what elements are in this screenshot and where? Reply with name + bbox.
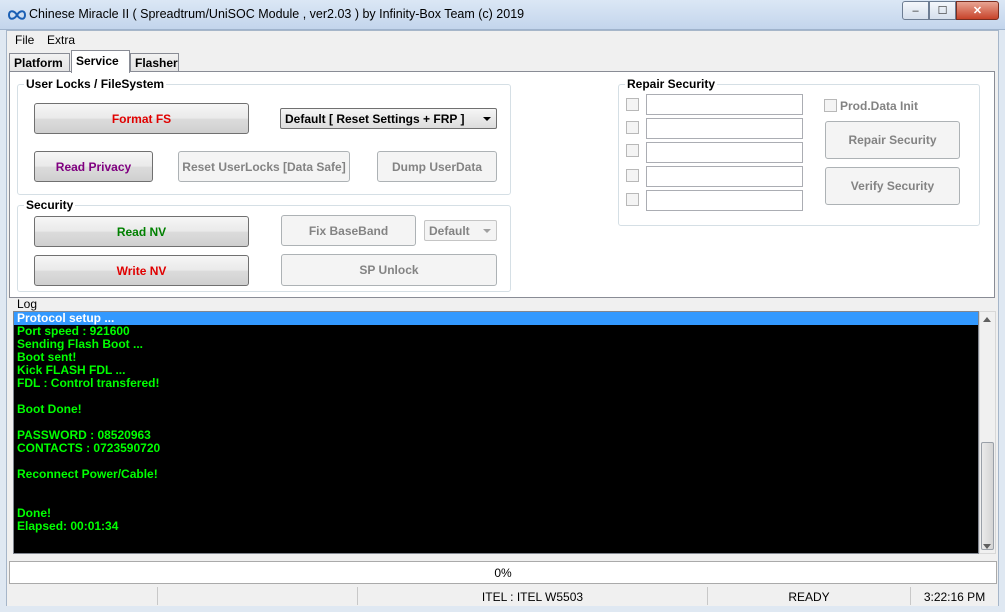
security-title: Security <box>24 198 76 212</box>
maximize-button[interactable]: ☐ <box>929 1 956 20</box>
service-tab-page: User Locks / FileSystem Format FS Defaul… <box>9 71 995 298</box>
baseband-mode-value: Default <box>429 224 470 238</box>
log-line: Boot Done! <box>17 402 82 416</box>
minimize-button[interactable]: – <box>902 1 929 20</box>
dropdown-arrow-icon <box>483 229 491 233</box>
field-2-checkbox[interactable] <box>626 121 639 134</box>
reset-userlocks-button[interactable]: Reset UserLocks [Data Safe] <box>178 151 350 182</box>
user-locks-group: User Locks / FileSystem Format FS Defaul… <box>17 77 511 195</box>
log-line: Done! <box>17 506 51 520</box>
write-nv-button[interactable]: Write NV <box>34 255 249 286</box>
status-state: READY <box>708 587 911 605</box>
log-scrollbar[interactable] <box>979 311 996 554</box>
status-cell-2 <box>158 587 358 605</box>
repair-security-title: Repair Security <box>625 77 718 91</box>
format-mode-value: Default [ Reset Settings + FRP ] <box>285 112 465 126</box>
field-5-checkbox[interactable] <box>626 193 639 206</box>
tab-service[interactable]: Service <box>71 50 130 73</box>
field-1-checkbox[interactable] <box>626 98 639 111</box>
close-button[interactable]: ✕ <box>956 1 999 20</box>
status-device: ITEL : ITEL W5503 <box>358 587 708 605</box>
log-line: FDL : Control transfered! <box>17 376 160 390</box>
repair-field-5[interactable] <box>646 190 803 211</box>
user-locks-title: User Locks / FileSystem <box>24 77 167 91</box>
log-line: Sending Flash Boot ... <box>17 337 143 351</box>
menu-extra[interactable]: Extra <box>47 33 75 47</box>
log-line: Port speed : 921600 <box>17 324 130 338</box>
repair-security-group: Repair Security Prod.Data Init Repair Se… <box>618 77 980 226</box>
progress-text: 0% <box>494 566 512 580</box>
format-fs-button[interactable]: Format FS <box>34 103 249 134</box>
prod-data-init-checkbox[interactable] <box>824 99 837 112</box>
dump-userdata-button[interactable]: Dump UserData <box>377 151 497 182</box>
baseband-mode-select[interactable]: Default <box>424 220 497 241</box>
repair-field-1[interactable] <box>646 94 803 115</box>
scroll-down-arrow-icon[interactable] <box>983 544 991 549</box>
log-line: Reconnect Power/Cable! <box>17 467 158 481</box>
log-output[interactable]: Protocol setup ... Port speed : 921600 Sen… <box>13 311 979 554</box>
menu-file[interactable]: File <box>15 33 34 47</box>
window-body: File Extra Platform Service Flasher User… <box>6 30 999 606</box>
format-mode-select[interactable]: Default [ Reset Settings + FRP ] <box>280 108 497 129</box>
verify-security-button[interactable]: Verify Security <box>825 167 960 205</box>
repair-field-3[interactable] <box>646 142 803 163</box>
log-line: Protocol setup ... <box>14 312 978 325</box>
tab-platform[interactable]: Platform <box>9 53 70 72</box>
dropdown-arrow-icon <box>483 117 491 121</box>
security-group: Security Read NV Fix BaseBand Default Wr… <box>17 198 511 292</box>
tab-flasher[interactable]: Flasher <box>130 53 179 72</box>
field-4-checkbox[interactable] <box>626 169 639 182</box>
log-line: Boot sent! <box>17 350 77 364</box>
status-time: 3:22:16 PM <box>923 590 986 604</box>
log-line: Elapsed: 00:01:34 <box>17 519 119 533</box>
log-line: CONTACTS : 0723590720 <box>17 441 161 455</box>
repair-field-2[interactable] <box>646 118 803 139</box>
infinity-logo-icon <box>8 10 26 20</box>
status-cell-1 <box>7 587 158 605</box>
scroll-up-arrow-icon[interactable] <box>983 317 991 322</box>
scrollbar-thumb[interactable] <box>981 442 994 550</box>
repair-field-4[interactable] <box>646 166 803 187</box>
read-nv-button[interactable]: Read NV <box>34 216 249 247</box>
title-bar[interactable]: Chinese Miracle II ( Spreadtrum/UniSOC M… <box>0 0 1005 30</box>
field-3-checkbox[interactable] <box>626 144 639 157</box>
menu-bar: File Extra <box>7 31 998 49</box>
read-privacy-button[interactable]: Read Privacy <box>34 151 153 182</box>
sp-unlock-button[interactable]: SP Unlock <box>281 254 497 286</box>
prod-data-init-label: Prod.Data Init <box>840 99 919 113</box>
window-title: Chinese Miracle II ( Spreadtrum/UniSOC M… <box>29 7 525 21</box>
window-controls: – ☐ ✕ <box>902 1 999 20</box>
status-bar: ITEL : ITEL W5503 READY 3:22:16 PM <box>7 585 998 606</box>
progress-bar: 0% <box>9 561 997 584</box>
repair-security-button[interactable]: Repair Security <box>825 121 960 159</box>
log-label: Log <box>17 297 38 311</box>
fix-baseband-button[interactable]: Fix BaseBand <box>281 215 416 246</box>
